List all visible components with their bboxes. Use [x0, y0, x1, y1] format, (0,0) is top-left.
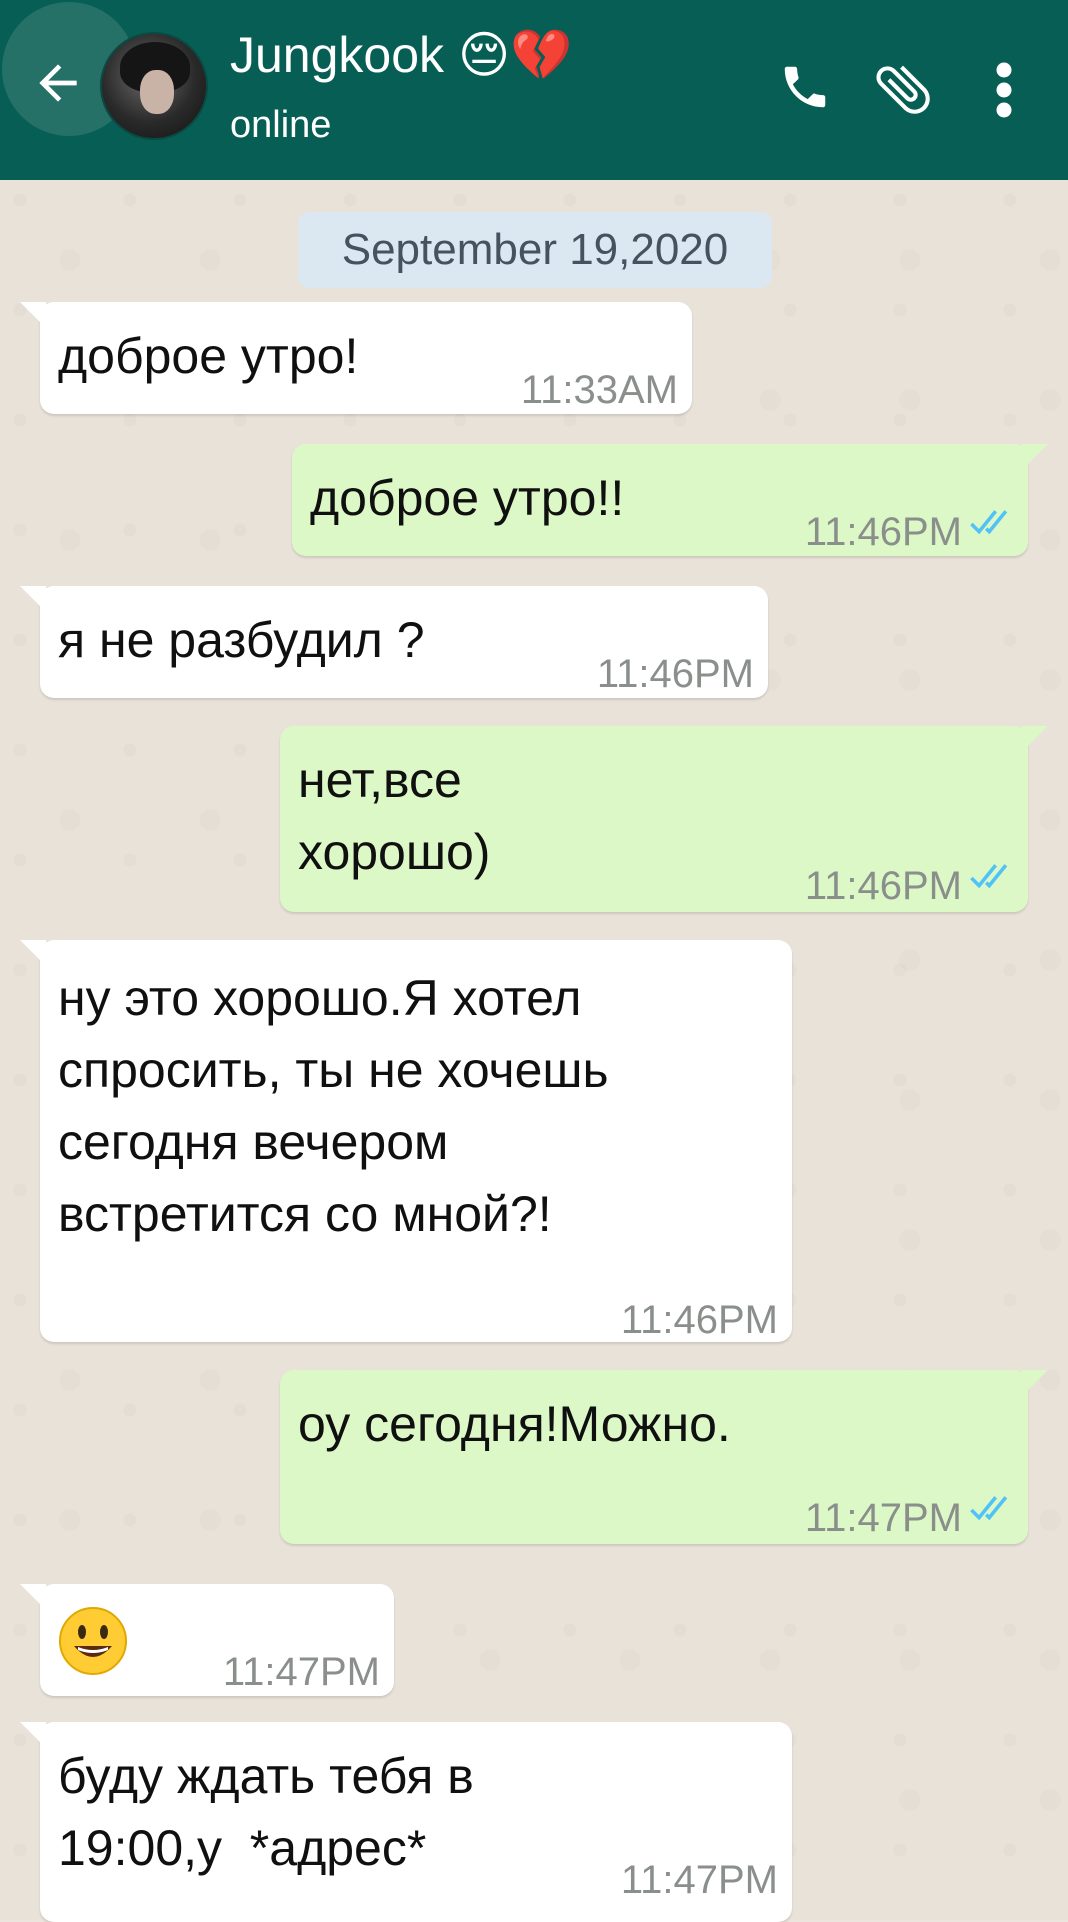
arrow-left-icon — [39, 64, 77, 102]
smiley-face-icon — [59, 1607, 127, 1675]
message-text: я не разбудил ? — [58, 612, 425, 668]
bubble-tail — [20, 1722, 46, 1748]
chat-header: Jungkook 😔💔 online — [0, 0, 1068, 180]
bubble-tail — [20, 302, 46, 328]
message-text: оу сегодня!Можно. — [298, 1396, 731, 1452]
message-time: 11:47PM — [222, 1650, 380, 1694]
double-check-icon — [970, 864, 1008, 889]
bubble-tail — [1022, 444, 1048, 470]
message-incoming[interactable]: буду ждать тебя в 19:00,у *адрес* 11:47P… — [20, 1722, 792, 1922]
paperclip-icon[interactable] — [870, 56, 936, 122]
double-check-icon — [970, 510, 1008, 535]
bubble-tail — [20, 1584, 46, 1610]
avatar[interactable] — [100, 32, 208, 140]
more-vert-icon[interactable] — [992, 60, 1016, 120]
message-text: доброе утро!! — [310, 470, 625, 526]
message-outgoing[interactable]: оу сегодня!Можно. 11:47PM — [280, 1370, 1048, 1544]
message-incoming[interactable]: я не разбудил ? 11:46PM — [20, 586, 768, 698]
message-incoming[interactable]: доброе утро! 11:33AM — [20, 302, 692, 414]
avatar-face — [140, 70, 174, 114]
bubble-tail — [20, 940, 46, 966]
contact-name-text: Jungkook — [230, 27, 445, 83]
message-time: 11:46PM — [620, 1298, 778, 1342]
message-text: доброе утро! — [58, 328, 359, 384]
contact-name[interactable]: Jungkook 😔💔 — [230, 26, 572, 85]
message-time: 11:33AM — [520, 368, 678, 412]
message-time: 11:47PM — [804, 1496, 962, 1540]
phone-icon[interactable] — [778, 60, 832, 114]
message-text: ну это хорошо.Я хотел спросить, ты не хо… — [58, 970, 609, 1242]
date-chip: September 19,2020 — [298, 212, 772, 288]
contact-name-emoji: 😔💔 — [458, 26, 573, 84]
contact-status: online — [230, 104, 332, 146]
message-outgoing[interactable]: нет,все хорошо) 11:46PM — [280, 726, 1048, 912]
message-time: 11:46PM — [596, 652, 754, 696]
message-time: 11:47PM — [620, 1858, 778, 1902]
message-incoming[interactable]: ну это хорошо.Я хотел спросить, ты не хо… — [20, 940, 792, 1342]
message-incoming[interactable]: 11:47PM — [20, 1584, 394, 1696]
chat-area[interactable]: September 19,2020 доброе утро! 11:33AM д… — [0, 180, 1068, 1922]
double-check-icon — [970, 1496, 1008, 1521]
bubble-tail — [20, 586, 46, 612]
bubble-tail — [1022, 726, 1048, 752]
message-text: буду ждать тебя в 19:00,у *адрес* — [58, 1748, 474, 1876]
message-time: 11:46PM — [804, 510, 962, 554]
message-time: 11:46PM — [804, 864, 962, 908]
bubble-tail — [1022, 1370, 1048, 1396]
message-outgoing[interactable]: доброе утро!! 11:46PM — [292, 444, 1048, 556]
message-text: нет,все хорошо) — [298, 752, 491, 880]
